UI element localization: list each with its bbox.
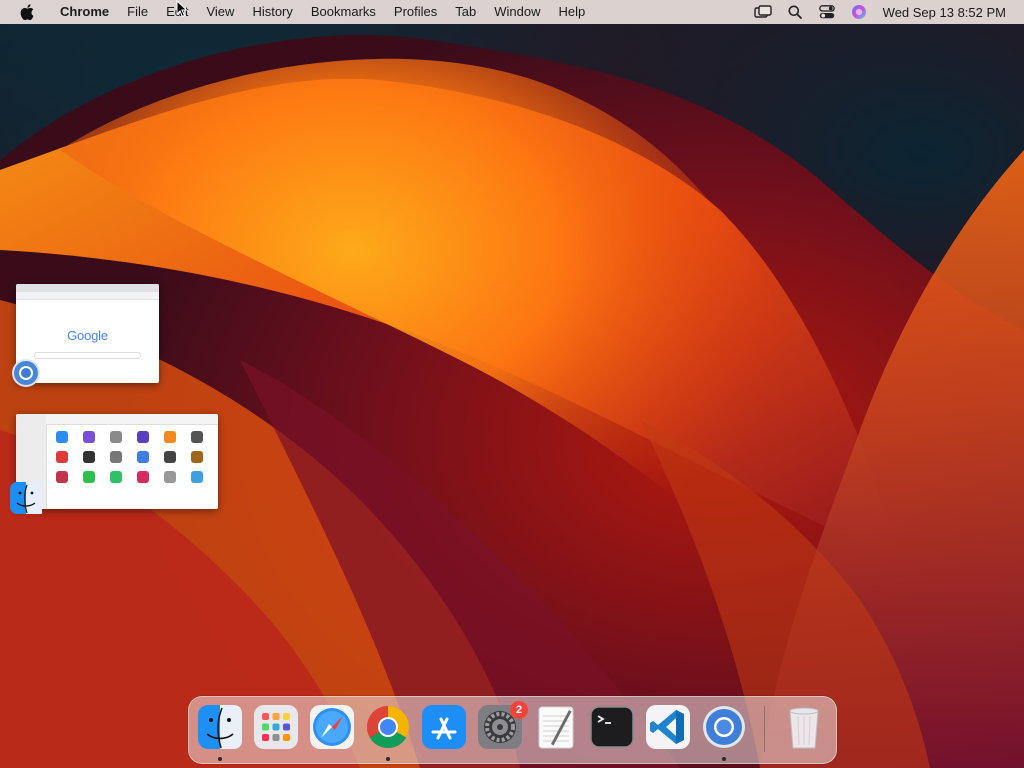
spotlight-search-icon[interactable] xyxy=(784,0,806,24)
trash-icon xyxy=(789,707,819,749)
menu-window[interactable]: Window xyxy=(485,0,549,24)
dock-item-textedit[interactable] xyxy=(533,704,579,750)
menu-view[interactable]: View xyxy=(197,0,243,24)
menu-help[interactable]: Help xyxy=(550,0,595,24)
dock-item-vscode[interactable] xyxy=(645,704,691,750)
dock: 2 xyxy=(188,696,837,764)
vscode-icon xyxy=(646,705,690,749)
dock-item-chrome[interactable] xyxy=(365,704,411,750)
siri-icon[interactable] xyxy=(848,0,870,24)
finder-app-badge-icon xyxy=(10,482,42,514)
dock-item-safari[interactable] xyxy=(309,704,355,750)
running-indicator xyxy=(722,757,726,761)
textedit-icon xyxy=(538,706,574,749)
menu-tab[interactable]: Tab xyxy=(446,0,485,24)
finder-window-thumbnail[interactable] xyxy=(16,414,218,509)
chrome-app-badge-icon xyxy=(12,359,40,387)
control-center-icon[interactable] xyxy=(816,0,838,24)
launchpad-icon xyxy=(254,705,298,749)
dock-item-trash[interactable] xyxy=(781,704,827,750)
desktop-wallpaper xyxy=(0,0,1024,768)
google-logo: Google xyxy=(16,328,159,343)
dock-item-app-store[interactable] xyxy=(421,704,467,750)
menu-clock[interactable]: Wed Sep 13 8:52 PM xyxy=(875,5,1024,20)
mouse-cursor-icon xyxy=(176,0,188,18)
menu-bookmarks[interactable]: Bookmarks xyxy=(302,0,385,24)
chrome-icon xyxy=(366,706,410,749)
app-store-icon xyxy=(422,705,466,749)
wallpaper-art xyxy=(0,35,1024,768)
google-logo-text: Google xyxy=(67,328,108,343)
menu-bar: Chrome File Edit View History Bookmarks … xyxy=(0,0,1024,24)
running-indicator xyxy=(218,757,222,761)
chromium-icon xyxy=(703,706,745,748)
running-indicator xyxy=(386,757,390,761)
dock-item-launchpad[interactable] xyxy=(253,704,299,750)
finder-toolbar xyxy=(46,414,218,425)
screen-mirroring-icon[interactable] xyxy=(752,0,774,24)
chrome-address-bar xyxy=(16,292,159,300)
dock-item-chromium[interactable] xyxy=(701,704,747,750)
finder-app-grid xyxy=(56,431,209,483)
apple-menu-icon[interactable] xyxy=(17,0,37,24)
terminal-icon xyxy=(590,706,634,748)
menu-app-name[interactable]: Chrome xyxy=(51,0,118,24)
notification-badge: 2 xyxy=(510,701,528,719)
finder-icon xyxy=(198,705,242,749)
menu-history[interactable]: History xyxy=(243,0,301,24)
chrome-tab-strip xyxy=(16,284,159,292)
safari-icon xyxy=(310,705,354,749)
dock-separator xyxy=(764,706,765,752)
menu-profiles[interactable]: Profiles xyxy=(385,0,446,24)
dock-item-finder[interactable] xyxy=(197,704,243,750)
google-search-box xyxy=(34,352,141,359)
menu-file[interactable]: File xyxy=(118,0,157,24)
dock-item-terminal[interactable] xyxy=(589,704,635,750)
